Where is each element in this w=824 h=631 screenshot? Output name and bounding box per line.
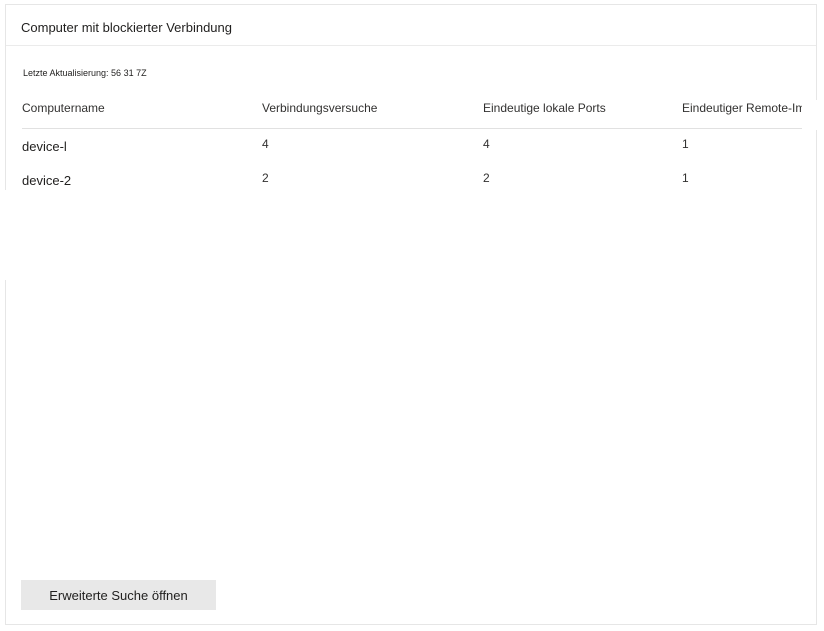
device-name-cell[interactable]: device-l — [22, 139, 67, 155]
blocked-connections-card: Computer mit blockierter Verbindung Letz… — [5, 4, 822, 625]
connection-attempts-cell: 2 — [262, 171, 269, 185]
table-row[interactable]: device-l 4 4 1 — [22, 129, 803, 163]
unique-local-ports-cell: 4 — [483, 137, 490, 151]
card-title: Computer mit blockierter Verbindung — [21, 20, 232, 35]
column-header-unique-local-ports[interactable]: Eindeutige lokale Ports — [483, 101, 606, 116]
column-header-connection-attempts[interactable]: Verbindungsversuche — [262, 101, 377, 116]
table-row[interactable]: device-2 2 2 1 — [22, 163, 803, 197]
connection-attempts-cell: 4 — [262, 137, 269, 151]
unique-remote-cell: 1 — [682, 171, 689, 185]
table-header-row: Computername Verbindungsversuche Eindeut… — [22, 95, 812, 129]
devices-table: Computername Verbindungsversuche Eindeut… — [22, 95, 812, 197]
last-updated-label: Letzte Aktualisierung: 56 31 7Z — [23, 68, 147, 78]
card-header: Computer mit blockierter Verbindung — [6, 5, 816, 46]
unique-local-ports-cell: 2 — [483, 171, 490, 185]
column-header-computer-name[interactable]: Computername — [22, 101, 105, 116]
header-clip-mask — [802, 100, 822, 130]
open-advanced-search-button[interactable]: Erweiterte Suche öffnen — [21, 580, 216, 610]
left-border-gap — [0, 190, 6, 280]
unique-remote-cell: 1 — [682, 137, 689, 151]
device-name-cell[interactable]: device-2 — [22, 173, 71, 189]
column-header-unique-remote[interactable]: Eindeutiger Remote-Imp — [682, 101, 812, 116]
